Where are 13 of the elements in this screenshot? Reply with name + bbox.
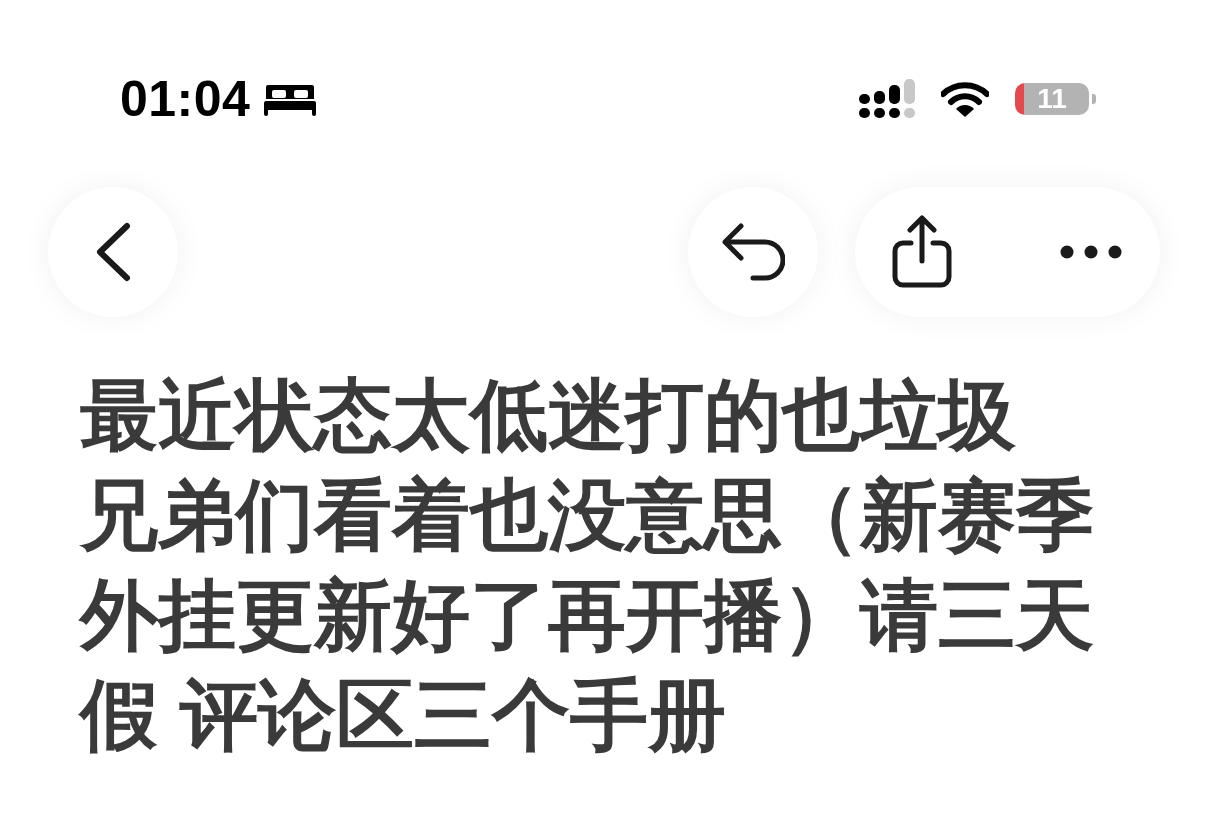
cellular-signal-icon bbox=[859, 79, 915, 119]
post-title: 最近状态太低迷打的也垃圾 bbox=[80, 370, 1017, 461]
battery-cap-icon bbox=[1092, 94, 1096, 104]
share-icon bbox=[891, 215, 953, 289]
back-chevron-icon bbox=[95, 222, 131, 282]
more-dots-icon bbox=[1060, 245, 1122, 259]
battery-indicator: 11 bbox=[1015, 83, 1089, 115]
share-button[interactable] bbox=[891, 215, 953, 289]
bed-icon bbox=[264, 82, 317, 116]
status-time: 01:04 bbox=[120, 74, 251, 124]
wifi-icon bbox=[941, 81, 989, 117]
post-title: 兄弟们看着也没意思（新赛季外挂更新好了再开播）请三天假 评论区三个手册 bbox=[80, 470, 1095, 761]
more-options-button[interactable] bbox=[1060, 245, 1122, 259]
